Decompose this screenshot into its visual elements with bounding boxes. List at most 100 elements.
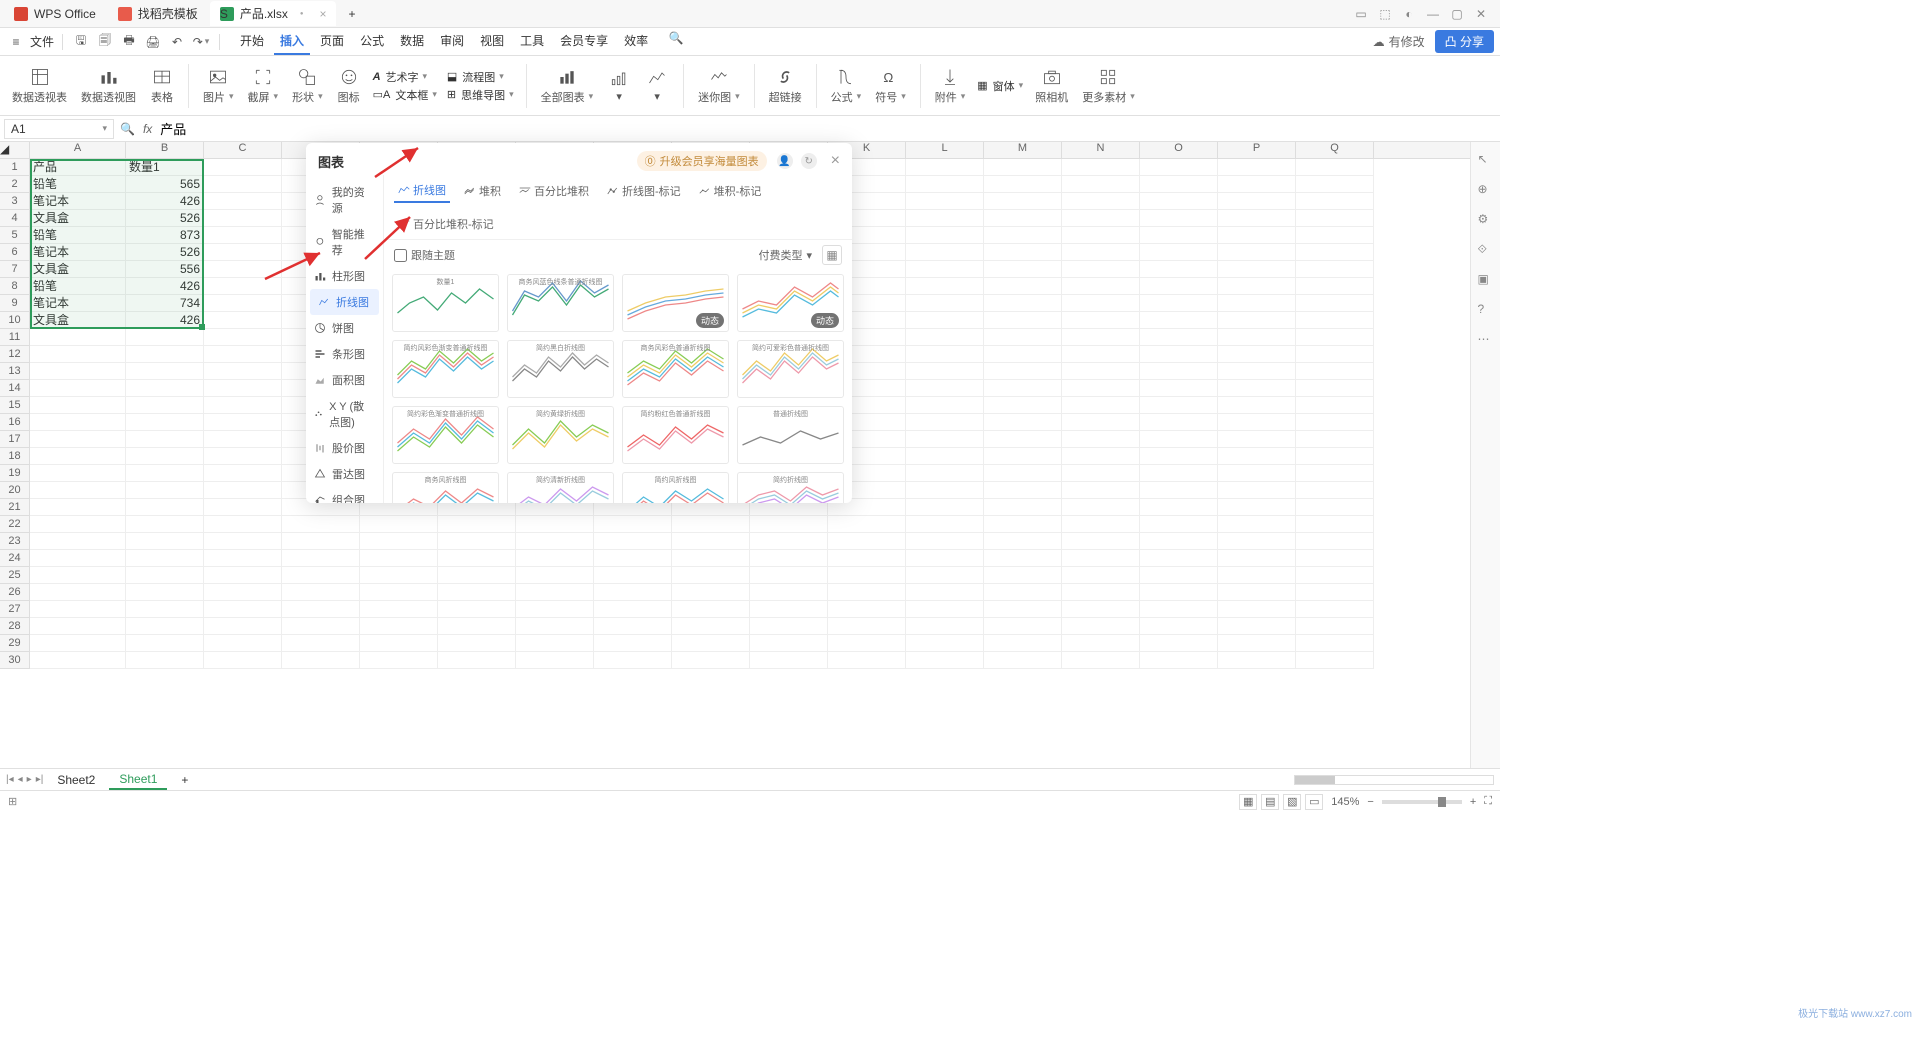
cell[interactable] [1218, 193, 1296, 210]
cell[interactable] [1140, 567, 1218, 584]
btn-formula[interactable]: 公式 [827, 67, 866, 105]
cell[interactable] [1218, 159, 1296, 176]
cell[interactable] [1062, 244, 1140, 261]
chart-thumbnail[interactable]: 简约折线图 [737, 472, 844, 503]
cell[interactable] [30, 652, 126, 669]
cell[interactable] [438, 618, 516, 635]
cell[interactable] [1296, 448, 1374, 465]
cell[interactable] [1218, 244, 1296, 261]
cell[interactable] [1218, 397, 1296, 414]
cell[interactable] [1218, 176, 1296, 193]
cell[interactable] [1140, 482, 1218, 499]
btn-attach[interactable]: 附件 [931, 67, 970, 105]
cell[interactable] [126, 380, 204, 397]
menu-tab-insert[interactable]: 插入 [274, 28, 310, 55]
sheet-tab-sheet1[interactable]: Sheet1 [109, 770, 167, 790]
cell[interactable] [30, 482, 126, 499]
user-icon[interactable]: 👤 [777, 153, 793, 169]
cell[interactable] [204, 278, 282, 295]
chart-thumbnail[interactable]: 简约风彩色渐变普通折线图 [392, 340, 499, 398]
row-header[interactable]: 8 [0, 278, 29, 295]
cell[interactable] [1218, 601, 1296, 618]
chart-thumbnail[interactable]: 简约可爱彩色普通折线图 [737, 340, 844, 398]
row-header[interactable]: 2 [0, 176, 29, 193]
menu-tab-start[interactable]: 开始 [234, 28, 270, 55]
cell[interactable] [906, 210, 984, 227]
cell[interactable] [282, 533, 360, 550]
row-header[interactable]: 17 [0, 431, 29, 448]
view-normal-icon[interactable]: ▦ [1239, 794, 1257, 810]
btn-mindmap[interactable]: ⊞思维导图 [447, 87, 514, 103]
cell[interactable] [1062, 380, 1140, 397]
row-header[interactable]: 28 [0, 618, 29, 635]
help-icon[interactable]: ? [1478, 302, 1494, 318]
col-header[interactable]: M [984, 142, 1062, 158]
cell[interactable] [828, 567, 906, 584]
cell[interactable] [594, 584, 672, 601]
cell[interactable] [1062, 278, 1140, 295]
cell[interactable] [984, 380, 1062, 397]
row-header[interactable]: 16 [0, 414, 29, 431]
cell[interactable] [906, 176, 984, 193]
cell[interactable] [204, 601, 282, 618]
cell[interactable] [1062, 210, 1140, 227]
cell[interactable] [516, 567, 594, 584]
cell[interactable] [30, 601, 126, 618]
cell[interactable] [30, 465, 126, 482]
cell[interactable] [750, 652, 828, 669]
cell[interactable] [204, 465, 282, 482]
cell[interactable] [1062, 346, 1140, 363]
cell[interactable] [1218, 465, 1296, 482]
btn-shapes[interactable]: 形状 [288, 67, 327, 105]
chart-thumbnail[interactable]: 商务风蓝色线条普通折线图 [507, 274, 614, 332]
cell[interactable] [204, 380, 282, 397]
cell[interactable] [126, 533, 204, 550]
cell[interactable] [906, 465, 984, 482]
user-avatar-icon[interactable]: ◐ [1402, 7, 1416, 21]
cell[interactable] [1140, 193, 1218, 210]
cell[interactable] [516, 618, 594, 635]
cell[interactable] [1296, 635, 1374, 652]
cell[interactable] [1062, 414, 1140, 431]
cell[interactable] [1062, 516, 1140, 533]
chart-gallery[interactable]: 数量1商务风蓝色线条普通折线图动态动态简约风彩色渐变普通折线图简约黑白折线图商务… [384, 270, 852, 503]
cell[interactable] [906, 261, 984, 278]
btn-picture[interactable]: 图片 [199, 67, 238, 105]
cell[interactable] [672, 516, 750, 533]
ctab-pct-stacked[interactable]: 百分比堆积 [515, 179, 593, 203]
row-header[interactable]: 19 [0, 465, 29, 482]
cell[interactable] [1218, 363, 1296, 380]
cell[interactable] [984, 193, 1062, 210]
cell[interactable] [1062, 448, 1140, 465]
cell[interactable]: 铅笔 [30, 176, 126, 193]
cell[interactable] [672, 601, 750, 618]
cell[interactable] [594, 567, 672, 584]
refresh-icon[interactable]: ↻ [801, 153, 817, 169]
col-header[interactable]: A [30, 142, 126, 158]
side-area-chart[interactable]: 面积图 [306, 367, 383, 393]
cell[interactable] [984, 227, 1062, 244]
cell[interactable] [30, 329, 126, 346]
cell[interactable] [1218, 448, 1296, 465]
cell[interactable] [1218, 414, 1296, 431]
cell[interactable] [204, 244, 282, 261]
menu-file[interactable]: 文件 [30, 33, 54, 50]
cell[interactable] [984, 244, 1062, 261]
cell[interactable] [30, 516, 126, 533]
cell[interactable] [360, 618, 438, 635]
cell[interactable] [126, 618, 204, 635]
cell[interactable] [126, 465, 204, 482]
tools-icon[interactable]: ⟐ [1478, 242, 1494, 258]
cell[interactable] [1296, 567, 1374, 584]
cell[interactable] [1218, 210, 1296, 227]
view-page-icon[interactable]: ▤ [1261, 794, 1279, 810]
col-header[interactable]: O [1140, 142, 1218, 158]
cell[interactable] [1062, 176, 1140, 193]
cell[interactable] [1062, 159, 1140, 176]
cell[interactable] [1062, 431, 1140, 448]
cell[interactable] [906, 516, 984, 533]
cell[interactable] [360, 584, 438, 601]
cell[interactable] [1140, 618, 1218, 635]
cell[interactable] [750, 635, 828, 652]
cell[interactable] [906, 397, 984, 414]
